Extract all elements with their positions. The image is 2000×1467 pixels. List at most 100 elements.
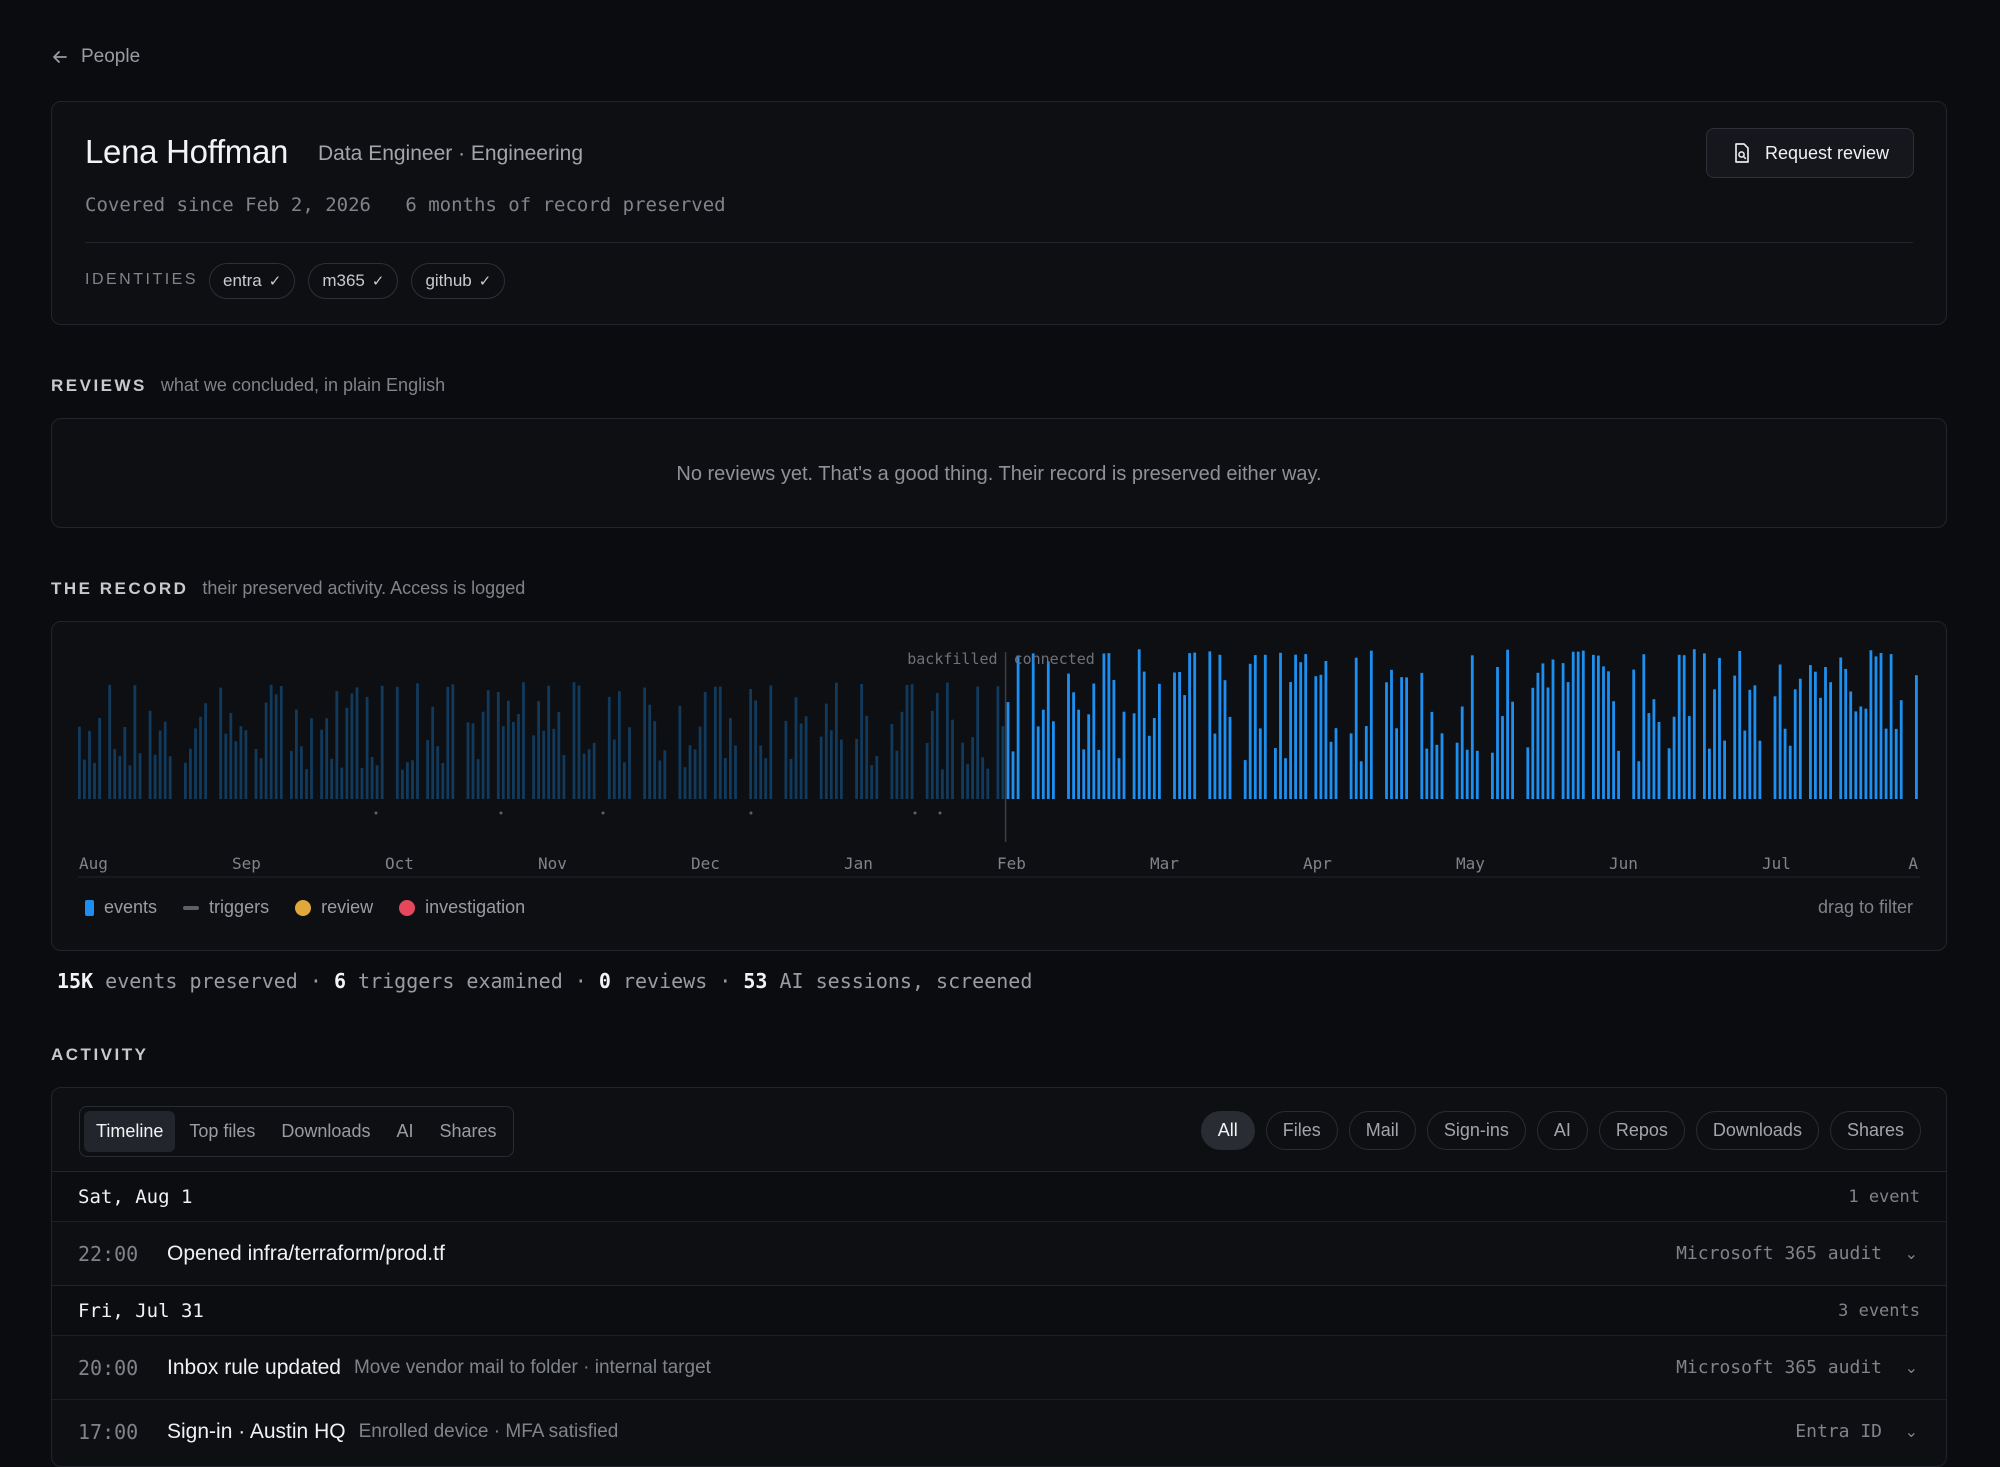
chart-bar — [572, 682, 576, 799]
chart-bar — [431, 706, 435, 799]
identity-chip-m365[interactable]: m365 ✓ — [308, 263, 399, 299]
event-row[interactable]: 20:00 Inbox rule updated Move vendor mail … — [52, 1335, 1946, 1399]
chart-bar — [1319, 674, 1323, 799]
activity-card: Timeline Top files Downloads AI Shares All Fi… — [51, 1087, 1947, 1467]
chart-bar — [1738, 651, 1742, 799]
chart-bar — [148, 710, 152, 799]
chart-bar — [870, 765, 874, 799]
trigger-mark — [938, 811, 942, 815]
chart-bar — [1824, 667, 1827, 799]
identity-chip-entra[interactable]: entra ✓ — [209, 263, 296, 299]
chart-bar — [623, 762, 626, 799]
chart-bar — [729, 718, 732, 799]
reviews-card: No reviews yet. That's a good thing. The… — [51, 418, 1947, 528]
chart-bar — [219, 687, 223, 799]
chart-bar — [1748, 689, 1752, 799]
filter-all[interactable]: All — [1200, 1111, 1255, 1150]
chart-bar — [451, 684, 455, 799]
request-review-button[interactable]: Request review — [1706, 128, 1914, 178]
chart-bar — [1501, 716, 1504, 799]
divider — [85, 242, 1913, 243]
tab-downloads[interactable]: Downloads — [269, 1111, 382, 1152]
filter-mail[interactable]: Mail — [1348, 1111, 1416, 1150]
tab-shares[interactable]: Shares — [427, 1111, 508, 1152]
filter-downloads[interactable]: Downloads — [1695, 1111, 1819, 1150]
chart-bar — [643, 687, 646, 799]
chart-bar — [1526, 747, 1530, 799]
chart-bar — [300, 746, 303, 799]
chart-bar — [1193, 652, 1197, 799]
trigger-mark — [601, 811, 605, 815]
chart-bar — [698, 726, 702, 799]
trigger-mark — [913, 811, 917, 815]
tab-ai[interactable]: AI — [384, 1111, 425, 1152]
chart-bar — [290, 750, 293, 799]
filter-repos[interactable]: Repos — [1598, 1111, 1685, 1150]
x-tick-label: Aug — [79, 854, 108, 873]
chevron-down-icon[interactable]: ⌄ — [1905, 1358, 1918, 1378]
chart-bar — [663, 750, 667, 799]
filter-files[interactable]: Files — [1265, 1111, 1338, 1150]
investigation-swatch — [399, 899, 416, 916]
activity-chart[interactable]: backfilled connected Aug Sep Oct Nov Dec Jan Feb… — [52, 622, 1946, 892]
chart-bar — [118, 755, 122, 799]
chart-bar — [1551, 659, 1555, 799]
chart-bar — [496, 692, 500, 799]
identity-chips: entra ✓ m365 ✓ github ✓ — [209, 263, 506, 299]
reviews-count: 0 — [598, 969, 611, 993]
chart-bar — [1667, 748, 1671, 799]
chart-bar — [789, 758, 793, 799]
chevron-down-icon[interactable]: ⌄ — [1905, 1244, 1918, 1264]
back-link[interactable]: People — [51, 46, 140, 68]
chart-bar — [1819, 697, 1822, 799]
day-header: Sat, Aug 1 1 event — [52, 1171, 1946, 1221]
chart-bar — [542, 730, 546, 799]
chart-bar — [305, 769, 308, 799]
chart-bar — [274, 694, 278, 799]
tab-timeline[interactable]: Timeline — [84, 1111, 176, 1152]
chart-bar — [1576, 651, 1580, 799]
chevron-down-icon[interactable]: ⌄ — [1905, 1422, 1918, 1442]
chart-bar — [1253, 655, 1257, 799]
x-tick-label: Feb — [997, 854, 1026, 873]
event-row[interactable]: 22:00 Opened infra/terraform/prod.tf Micro… — [52, 1221, 1946, 1285]
event-title: Opened infra/terraform/prod.tf — [167, 1241, 445, 1265]
chart-bar — [1324, 661, 1328, 799]
chart-bar — [507, 700, 510, 799]
chart-bar — [1369, 650, 1373, 799]
chart-bar — [1788, 745, 1792, 799]
filter-shares[interactable]: Shares — [1829, 1111, 1921, 1150]
activity-heading: ACTIVITY — [51, 1045, 149, 1064]
tab-top-files[interactable]: Top files — [177, 1111, 267, 1152]
x-tick-label: Jul — [1762, 854, 1791, 873]
chart-bar — [1279, 652, 1282, 799]
chart-bar — [1046, 661, 1050, 799]
x-tick-label: Sep — [232, 854, 261, 873]
chart-bar — [1132, 713, 1136, 799]
chart-bar — [1652, 699, 1656, 799]
event-source: Microsoft 365 audit — [1676, 1243, 1882, 1264]
event-row[interactable]: 17:00 Sign-in · Austin HQ Enrolled device … — [52, 1399, 1946, 1463]
event-title: Inbox rule updated — [167, 1355, 341, 1379]
chart-bar — [855, 738, 858, 799]
day-header: Fri, Jul 31 3 events — [52, 1285, 1946, 1335]
filter-ai[interactable]: AI — [1536, 1111, 1588, 1150]
identity-name: github — [425, 271, 472, 290]
chart-bar — [1839, 657, 1843, 799]
chart-bar — [1228, 716, 1232, 799]
chart-bar — [824, 703, 828, 799]
identity-chip-github[interactable]: github ✓ — [411, 263, 506, 299]
chart-bar — [1188, 653, 1191, 799]
filter-sign-ins[interactable]: Sign-ins — [1426, 1111, 1526, 1150]
chart-bar — [935, 693, 939, 799]
chart-bar — [1864, 708, 1868, 799]
chart-bar — [910, 684, 914, 799]
chart-bar — [713, 686, 717, 799]
chart-bar — [279, 686, 283, 799]
chart-bar — [1112, 680, 1116, 799]
chart-bar — [951, 719, 954, 799]
chart-bar — [1581, 650, 1585, 799]
chart-bar — [486, 690, 490, 799]
chart-bar — [749, 689, 752, 799]
chart-bar — [1001, 726, 1005, 799]
